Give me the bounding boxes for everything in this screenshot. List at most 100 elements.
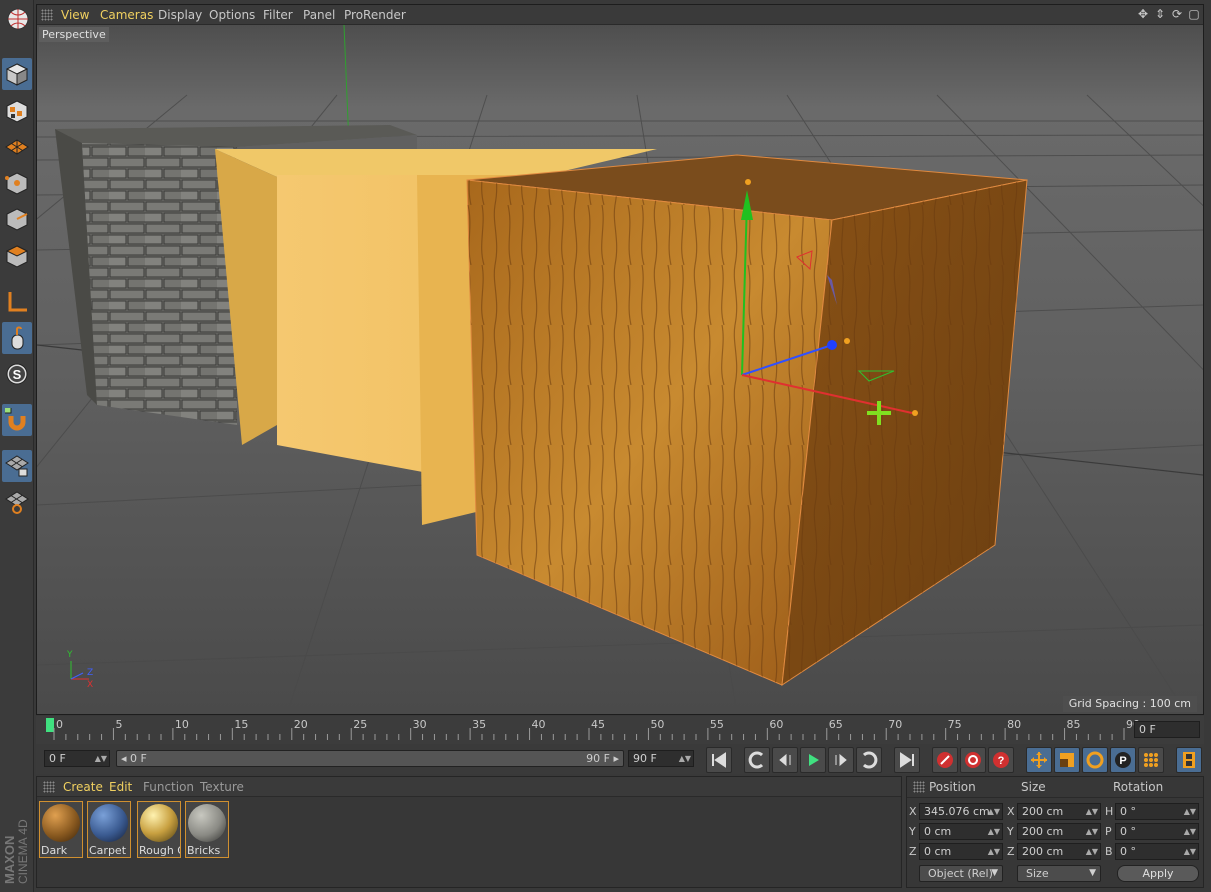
- material-swatch-carpet[interactable]: Carpet: [87, 801, 131, 858]
- polygons-mode-icon[interactable]: [2, 240, 32, 272]
- playhead[interactable]: [46, 718, 54, 732]
- rotation-h-field[interactable]: 0 ° ▲▼: [1115, 803, 1199, 820]
- rotation-p-field[interactable]: 0 ° ▲▼: [1115, 823, 1199, 840]
- key-pla-icon[interactable]: [1138, 747, 1164, 773]
- tweak-mouse-icon[interactable]: [2, 322, 32, 354]
- panel-grip-icon[interactable]: [43, 781, 55, 793]
- menu-options[interactable]: Options: [209, 8, 255, 22]
- tick-label: 0: [56, 718, 63, 731]
- panel-grip-icon[interactable]: [41, 9, 53, 21]
- tick-label: 80: [1007, 718, 1022, 731]
- left-toolbar: S MAXON CINEMA 4D: [0, 0, 34, 892]
- workplane-mode-icon[interactable]: [2, 131, 32, 163]
- position-x-field[interactable]: 345.076 cm ▲▼: [919, 803, 1003, 820]
- tick-label: 20: [293, 718, 308, 731]
- globe-mode-icon[interactable]: [2, 2, 32, 34]
- key-rotation-icon[interactable]: [1082, 747, 1108, 773]
- brand-top: MAXON: [2, 835, 17, 884]
- key-scale-icon[interactable]: [1054, 747, 1080, 773]
- rotate-view-icon[interactable]: ⟳: [1170, 7, 1184, 21]
- panel-grip-icon[interactable]: [913, 781, 925, 793]
- axis-label-z: Z: [87, 668, 93, 678]
- snap-magnet-icon[interactable]: [2, 404, 32, 436]
- lock-workplane-icon[interactable]: [2, 450, 32, 482]
- material-preview: [42, 804, 80, 842]
- tick-label: 35: [472, 718, 487, 731]
- size-x-label: X: [1007, 805, 1015, 818]
- play-button[interactable]: [800, 747, 826, 773]
- key-position-icon[interactable]: [1026, 747, 1052, 773]
- camera-label[interactable]: Perspective: [39, 27, 109, 42]
- film-strip-icon[interactable]: [1176, 747, 1202, 773]
- svg-text:P: P: [1119, 755, 1126, 767]
- autokey-icon[interactable]: [960, 747, 986, 773]
- record-keys-icon[interactable]: [932, 747, 958, 773]
- goto-start-button[interactable]: [706, 747, 732, 773]
- axis-label-y: Y: [66, 650, 73, 660]
- rot-h-label: H: [1105, 805, 1114, 818]
- material-swatch-dark[interactable]: Dark: [39, 801, 83, 858]
- material-manager: Create Edit Function Texture Dark Carpet…: [36, 776, 902, 888]
- rotation-b-field[interactable]: 0 ° ▲▼: [1115, 843, 1199, 860]
- keyframe-selection-icon[interactable]: ?: [988, 747, 1014, 773]
- pos-y-label: Y: [909, 825, 916, 838]
- ruler-ticks[interactable]: [44, 716, 1134, 744]
- size-mode-dropdown[interactable]: Size ▼: [1017, 865, 1101, 882]
- material-swatch-bricks[interactable]: Bricks: [185, 801, 229, 858]
- menu-panel[interactable]: Panel: [303, 8, 335, 22]
- size-z-field[interactable]: 200 cm ▲▼: [1017, 843, 1101, 860]
- 3d-scene[interactable]: Y Z X: [37, 25, 1203, 714]
- points-mode-icon[interactable]: [2, 167, 32, 199]
- maxon-brand: MAXON CINEMA 4D: [0, 796, 34, 886]
- tick-label: 55: [709, 718, 724, 731]
- tick-label: 85: [1066, 718, 1081, 731]
- grid-spacing-label: Grid Spacing : 100 cm: [1062, 696, 1197, 712]
- next-frame-button[interactable]: [828, 747, 854, 773]
- edges-mode-icon[interactable]: [2, 203, 32, 235]
- cinema4d-window: S MAXON CINEMA 4D View Cameras Display O…: [0, 0, 1211, 892]
- material-preview: [90, 804, 128, 842]
- prev-key-button[interactable]: [744, 747, 770, 773]
- menu-texture[interactable]: Texture: [200, 780, 244, 794]
- menu-cameras[interactable]: Cameras: [100, 8, 153, 22]
- menu-display[interactable]: Display: [158, 8, 202, 22]
- menu-function[interactable]: Function: [143, 780, 194, 794]
- material-swatch-rough-gold[interactable]: Rough G: [137, 801, 181, 858]
- menu-view[interactable]: View: [61, 8, 89, 22]
- tick-label: 60: [769, 718, 784, 731]
- position-z-field[interactable]: 0 cm ▲▼: [919, 843, 1003, 860]
- texture-mode-icon[interactable]: [2, 95, 32, 127]
- goto-end-button[interactable]: [894, 747, 920, 773]
- start-frame-field[interactable]: 0 F ▲▼: [44, 750, 110, 767]
- preview-range-slider[interactable]: ◂ 0 F 90 F ▸: [116, 750, 624, 767]
- material-label: Bricks: [187, 845, 221, 857]
- tick-label: 10: [174, 718, 189, 731]
- zoom-view-icon[interactable]: ⇕: [1153, 7, 1167, 21]
- next-key-button[interactable]: [856, 747, 882, 773]
- menu-filter[interactable]: Filter: [263, 8, 293, 22]
- key-parameter-icon[interactable]: P: [1110, 747, 1136, 773]
- coordinate-mode-dropdown[interactable]: Object (Rel) ▼: [919, 865, 1003, 882]
- position-y-field[interactable]: 0 cm ▲▼: [919, 823, 1003, 840]
- maximize-view-icon[interactable]: ▢: [1187, 7, 1201, 21]
- make-editable-icon[interactable]: [2, 58, 32, 90]
- timeline-ruler[interactable]: 0 5 10 15 20 25 30 35 40 45 50 55 60 65 70 75 80 85 90 0 F: [36, 716, 1204, 744]
- rot-p-label: P: [1105, 825, 1112, 838]
- menu-prorender[interactable]: ProRender: [344, 8, 406, 22]
- menu-create[interactable]: Create: [63, 780, 103, 794]
- size-y-field[interactable]: 200 cm ▲▼: [1017, 823, 1101, 840]
- planar-workplane-icon[interactable]: [2, 486, 32, 518]
- move-view-icon[interactable]: ✥: [1136, 7, 1150, 21]
- tick-label: 30: [412, 718, 427, 731]
- end-frame-field[interactable]: 90 F ▲▼: [628, 750, 694, 767]
- size-z-label: Z: [1007, 845, 1015, 858]
- axis-mode-icon[interactable]: [2, 286, 32, 318]
- apply-button[interactable]: Apply: [1117, 865, 1199, 882]
- material-label: Carpet: [89, 845, 127, 857]
- prev-frame-button[interactable]: [772, 747, 798, 773]
- size-x-field[interactable]: 200 cm ▲▼: [1017, 803, 1101, 820]
- menu-edit[interactable]: Edit: [109, 780, 132, 794]
- viewport-panel: View Cameras Display Options Filter Pane…: [36, 4, 1204, 715]
- current-frame-field[interactable]: 0 F: [1134, 721, 1200, 738]
- solo-icon[interactable]: S: [2, 358, 32, 390]
